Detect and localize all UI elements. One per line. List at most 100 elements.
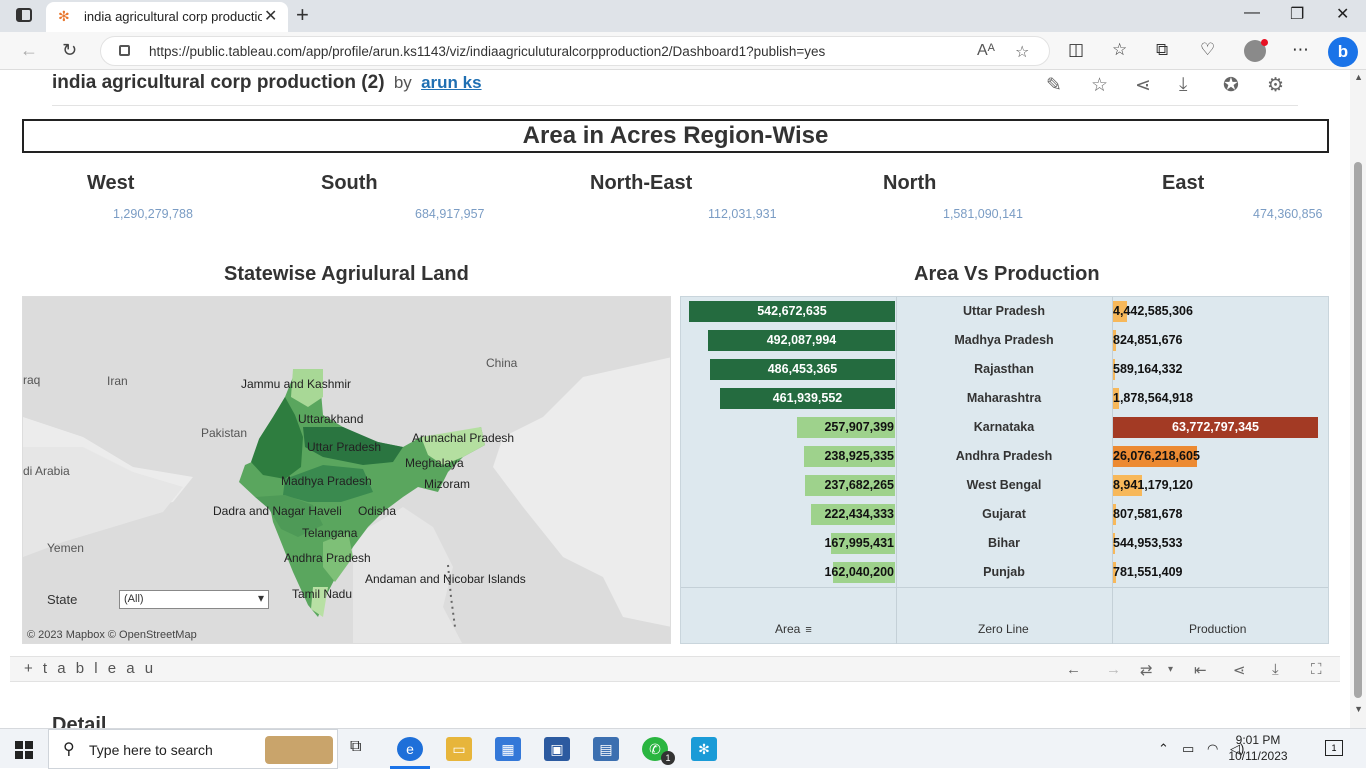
area-value-label: 162,040,200 xyxy=(824,565,894,579)
tray-chevron-icon[interactable]: ⌃ xyxy=(1158,741,1169,757)
windows-start-icon[interactable] xyxy=(15,741,33,759)
address-bar-row: ← ↻ https://public.tableau.com/app/profi… xyxy=(0,32,1366,70)
lock-icon xyxy=(119,45,130,56)
favorite-star-icon[interactable]: ☆ xyxy=(1015,42,1029,62)
url-field[interactable]: https://public.tableau.com/app/profile/a… xyxy=(100,36,1050,66)
production-value-label: 1,878,564,918 xyxy=(1113,391,1193,405)
state-label: Gujarat xyxy=(982,507,1026,521)
state-label: Uttar Pradesh xyxy=(963,304,1045,318)
map-label-andhra-pradesh: Andhra Pradesh xyxy=(284,551,371,565)
new-tab-icon[interactable]: + xyxy=(296,2,309,28)
area-value-label: 167,995,431 xyxy=(824,536,894,550)
refresh-icon[interactable]: ↻ xyxy=(62,40,77,61)
snipping-tool-icon[interactable]: ✻ xyxy=(691,737,717,761)
production-value-label: 544,953,533 xyxy=(1113,536,1183,550)
state-label: Rajasthan xyxy=(974,362,1034,376)
minimize-icon[interactable]: — xyxy=(1244,4,1260,22)
search-icon: ⚲ xyxy=(63,741,75,758)
author-link[interactable]: arun ks xyxy=(421,73,481,92)
area-value-label: 222,434,333 xyxy=(824,507,894,521)
revert-dropdown-icon[interactable]: ▾ xyxy=(1168,664,1173,675)
tab-title: india agricultural corp productio xyxy=(84,9,262,24)
maximize-icon[interactable]: ❐ xyxy=(1290,4,1304,24)
settings-gear-icon[interactable]: ⚙ xyxy=(1267,74,1284,97)
close-window-icon[interactable]: ✕ xyxy=(1336,4,1349,24)
metadata-icon[interactable]: ✪ xyxy=(1223,74,1239,97)
notification-center-icon[interactable]: 1 xyxy=(1325,740,1343,756)
region-name-east: East xyxy=(1162,172,1205,194)
split-screen-icon[interactable]: ◫ xyxy=(1068,40,1084,60)
axis-label-area[interactable]: Area ≡ xyxy=(775,622,812,636)
share-icon[interactable]: ⋖ xyxy=(1135,74,1151,97)
wifi-icon[interactable]: ◠ xyxy=(1207,741,1218,757)
battery-icon[interactable]: ▭ xyxy=(1182,741,1194,757)
state-label: West Bengal xyxy=(966,478,1042,492)
axis-label-zero-line: Zero Line xyxy=(978,622,1029,636)
next-section-title: Detail xyxy=(52,714,107,728)
url-text: https://public.tableau.com/app/profile/a… xyxy=(149,44,826,59)
tableau-toolbar: + t a b l e a u ← → ⇄ ▾ ⇤ ⋖ ⤓ ⛶ xyxy=(10,656,1340,682)
performance-icon[interactable]: ♡ xyxy=(1200,40,1215,60)
map-label-dadra: Dadra and Nagar Haveli xyxy=(213,504,342,518)
map-attribution[interactable]: © 2023 Mapbox © OpenStreetMap xyxy=(27,629,197,641)
state-filter-dropdown[interactable]: (All) xyxy=(119,590,269,609)
sort-icon[interactable]: ≡ xyxy=(805,624,811,636)
tableau-logo[interactable]: + t a b l e a u xyxy=(24,660,156,677)
share-view-icon[interactable]: ⋖ xyxy=(1233,661,1246,679)
download-icon[interactable]: ⤓ xyxy=(1179,74,1187,96)
page-scrollbar[interactable]: ▲ ▼ xyxy=(1350,70,1366,728)
undo-icon[interactable]: ← xyxy=(1066,661,1081,678)
header-divider xyxy=(52,105,1298,106)
scroll-down-icon[interactable]: ▼ xyxy=(1354,704,1363,714)
revert-icon[interactable]: ⇄ xyxy=(1140,661,1153,679)
reset-icon[interactable]: ⇤ xyxy=(1194,661,1207,679)
favorite-icon[interactable]: ☆ xyxy=(1091,74,1108,97)
task-view-icon[interactable]: ⧉ xyxy=(350,738,361,756)
search-highlight-image xyxy=(265,736,333,764)
state-label: Maharashtra xyxy=(966,391,1042,405)
redo-icon[interactable]: → xyxy=(1106,661,1121,678)
bing-chat-icon[interactable]: b xyxy=(1328,37,1358,67)
map-label-andaman: Andaman and Nicobar Islands xyxy=(365,572,526,586)
production-value-label: 824,851,676 xyxy=(1113,333,1183,347)
read-aloud-icon[interactable]: Aᴬ xyxy=(977,42,995,60)
fullscreen-icon[interactable]: ⛶ xyxy=(1311,661,1322,678)
map-label-iran: Iran xyxy=(107,374,128,388)
download-view-icon[interactable]: ⤓ xyxy=(1272,661,1279,678)
state-label: Punjab xyxy=(983,565,1025,579)
close-tab-icon[interactable]: ✕ xyxy=(264,6,277,26)
axis-label-production: Production xyxy=(1189,622,1247,636)
edge-taskbar-icon[interactable]: e xyxy=(397,737,423,761)
store-icon[interactable]: ▦ xyxy=(495,737,521,761)
profile-notification-dot xyxy=(1261,39,1268,46)
taskbar-clock[interactable]: 9:01 PM 10/11/2023 xyxy=(1228,732,1288,764)
tableau-favicon-icon: ✻ xyxy=(58,8,70,24)
map-label-china: China xyxy=(486,356,518,370)
edit-icon[interactable]: ✎ xyxy=(1046,74,1062,97)
map-label-uttarakhand: Uttarakhand xyxy=(298,412,364,426)
remote-desktop-icon[interactable]: ▣ xyxy=(544,737,570,761)
scroll-up-icon[interactable]: ▲ xyxy=(1354,72,1363,82)
india-map[interactable]: raq Iran Pakistan di Arabia Yemen China … xyxy=(22,296,671,644)
browser-tab-bar: ✻ india agricultural corp productio ✕ + … xyxy=(0,0,1366,32)
favorites-icon[interactable]: ☆ xyxy=(1112,40,1127,60)
tab-actions-icon[interactable] xyxy=(16,8,32,22)
file-explorer-icon[interactable]: ▭ xyxy=(446,737,472,761)
map-label-iraq: raq xyxy=(23,373,41,387)
map-label-pakistan: Pakistan xyxy=(201,426,248,440)
scroll-thumb[interactable] xyxy=(1354,162,1362,698)
network-tool-icon[interactable]: ▤ xyxy=(593,737,619,761)
back-icon[interactable]: ← xyxy=(20,40,38,61)
map-label-uttar-pradesh: Uttar Pradesh xyxy=(307,440,382,454)
region-value-north: 1,581,090,141 xyxy=(943,207,1023,221)
more-menu-icon[interactable]: ⋯ xyxy=(1292,40,1309,60)
taskbar-search[interactable]: ⚲ Type here to search xyxy=(48,729,338,769)
area-value-label: 486,453,365 xyxy=(767,362,838,376)
collections-icon[interactable]: ⧉ xyxy=(1156,40,1168,60)
axis-divider xyxy=(681,587,1328,588)
region-name-west: West xyxy=(87,172,135,194)
map-label-telangana: Telangana xyxy=(302,526,358,540)
area-value-label: 257,907,399 xyxy=(824,420,894,434)
region-name-north: North xyxy=(883,172,937,194)
browser-tab[interactable]: ✻ india agricultural corp productio ✕ xyxy=(46,2,288,32)
